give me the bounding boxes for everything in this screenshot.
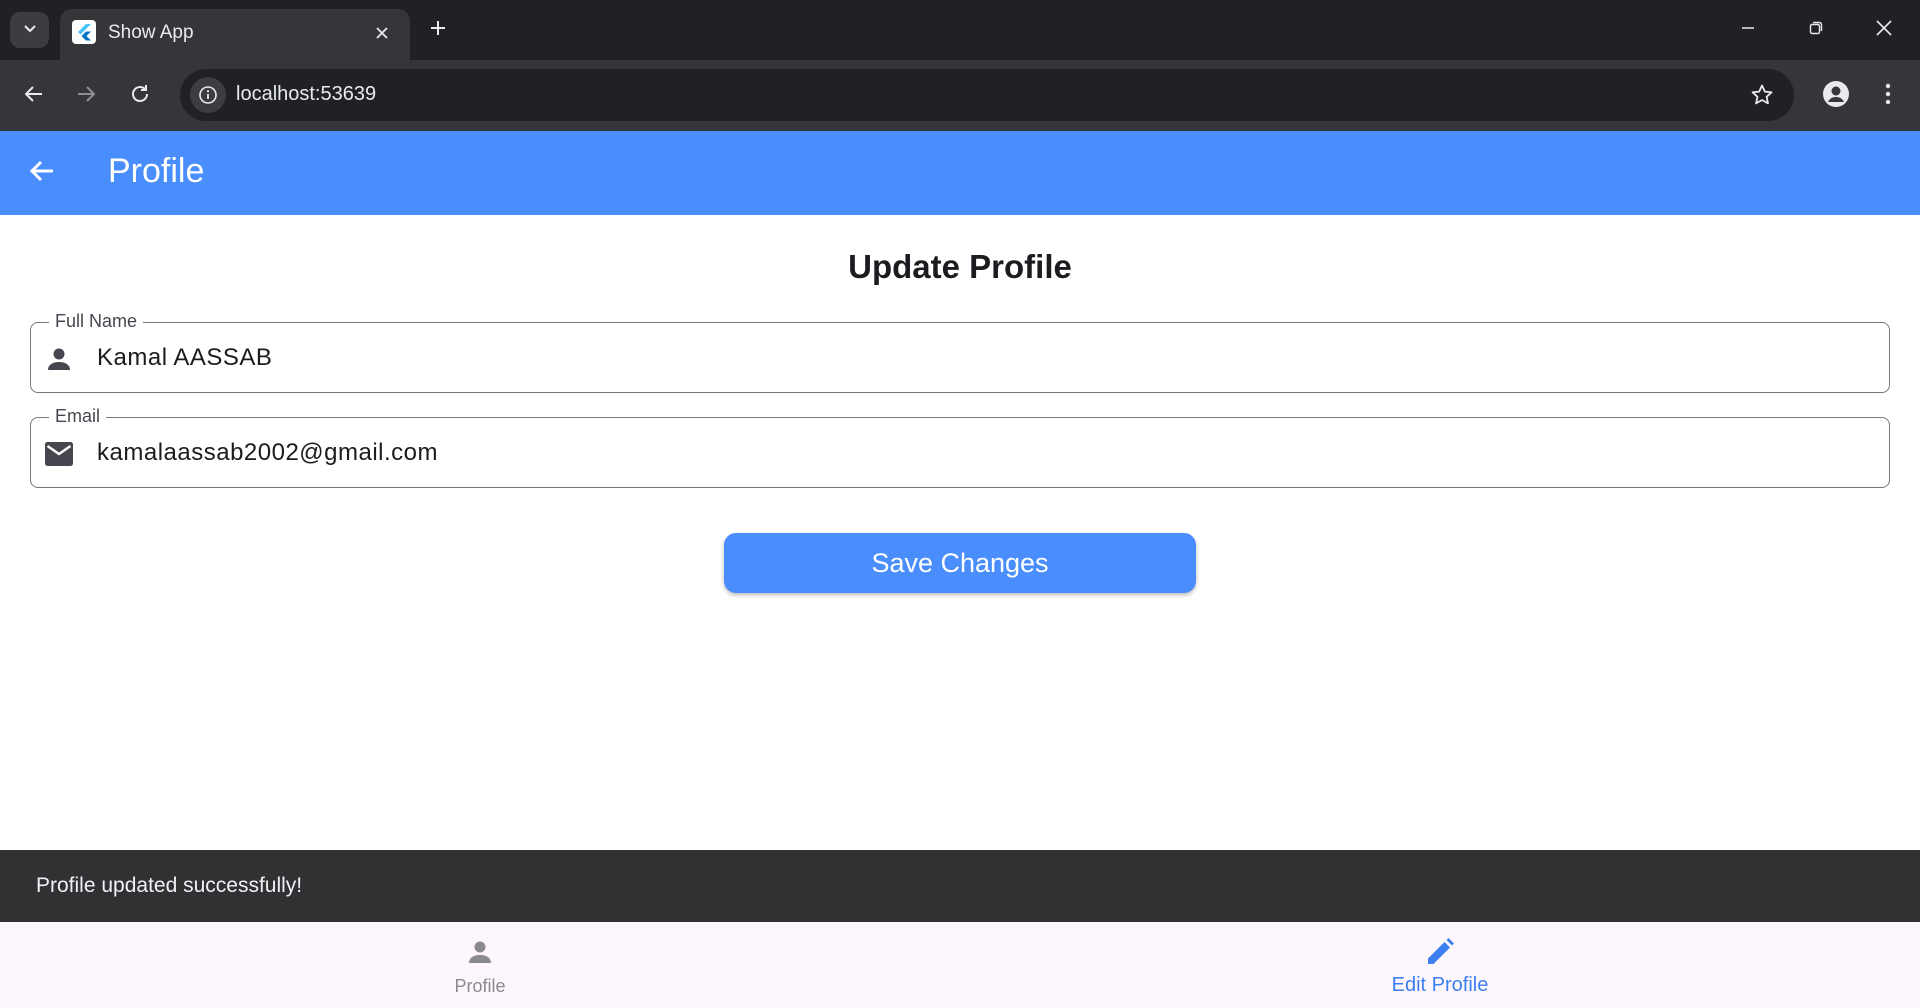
reload-icon (129, 83, 151, 110)
bottom-nav-item-edit-profile[interactable]: Edit Profile (960, 922, 1920, 1008)
save-changes-button[interactable]: Save Changes (724, 533, 1196, 593)
browser-toolbar: localhost:53639 (0, 60, 1920, 131)
arrow-left-icon (23, 83, 45, 110)
site-info-icon[interactable] (190, 77, 226, 113)
email-field[interactable]: Email (30, 405, 1890, 488)
bottom-nav-label: Edit Profile (1391, 974, 1489, 996)
browser-profile-button[interactable] (1816, 76, 1856, 116)
snackbar: Profile updated successfully! (0, 850, 1920, 922)
account-circle-icon (1822, 80, 1850, 113)
address-bar[interactable]: localhost:53639 (180, 69, 1794, 121)
full-name-field[interactable]: Full Name (30, 310, 1890, 393)
plus-icon (429, 19, 447, 42)
app-bar-title: Profile (108, 152, 205, 190)
arrow-back-icon (28, 157, 56, 190)
tab-close-icon[interactable] (370, 21, 394, 45)
close-icon (1875, 19, 1893, 42)
reload-button[interactable] (120, 76, 160, 116)
back-button[interactable] (14, 76, 54, 116)
full-name-input[interactable] (97, 341, 1857, 375)
app-back-button[interactable] (18, 149, 66, 197)
tab-title: Show App (108, 22, 194, 43)
browser-tab[interactable]: Show App (60, 9, 410, 60)
new-tab-button[interactable] (422, 14, 454, 46)
email-label: Email (49, 405, 107, 427)
chevron-down-icon (22, 20, 38, 41)
page-title: Update Profile (848, 248, 1072, 285)
browser-tab-strip: Show App (0, 0, 1920, 60)
person-icon (43, 343, 75, 375)
tab-search-button[interactable] (10, 12, 49, 48)
snackbar-message: Profile updated successfully! (36, 874, 303, 897)
arrow-right-icon (75, 83, 97, 110)
browser-menu-button[interactable] (1868, 76, 1908, 116)
close-window-button[interactable] (1862, 12, 1906, 48)
restore-button[interactable] (1794, 12, 1838, 48)
url-text: localhost:53639 (236, 83, 377, 105)
bookmark-star-icon[interactable] (1748, 81, 1776, 109)
bottom-navigation-bar: Profile Edit Profile (0, 922, 1920, 1008)
restore-icon (1808, 20, 1824, 41)
forward-button[interactable] (66, 76, 106, 116)
app-bar: Profile (0, 131, 1920, 215)
bottom-nav-item-profile[interactable]: Profile (0, 922, 960, 1008)
minimize-icon (1740, 20, 1756, 41)
full-name-label: Full Name (49, 310, 144, 332)
flutter-logo-icon (72, 20, 96, 44)
more-vertical-icon (1885, 83, 1891, 110)
edit-pencil-icon (1424, 936, 1456, 968)
minimize-button[interactable] (1726, 12, 1770, 48)
mail-icon (43, 438, 75, 470)
person-icon (464, 936, 496, 968)
email-input[interactable] (97, 436, 1857, 470)
bottom-nav-label: Profile (454, 976, 506, 996)
